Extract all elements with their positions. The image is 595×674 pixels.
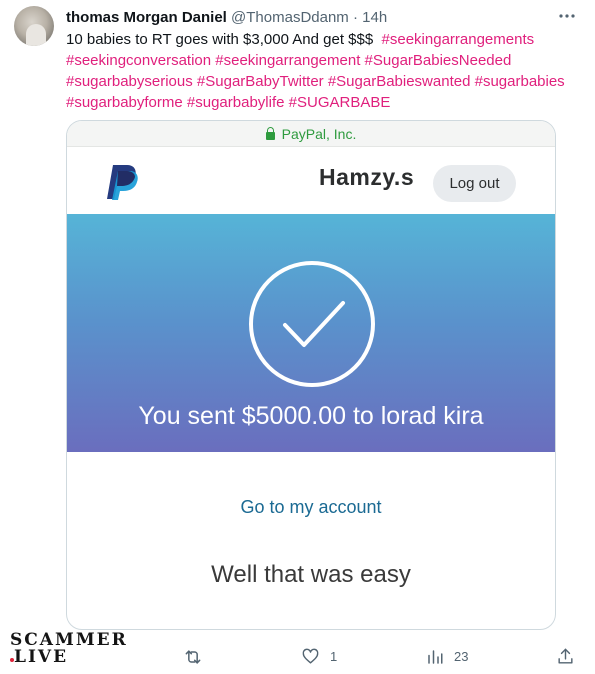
success-message: You sent $5000.00 to lorad kira <box>138 402 484 430</box>
hashtag[interactable]: #sugarbabyforme <box>66 94 183 111</box>
check-circle-icon <box>249 261 375 387</box>
hashtag[interactable]: #sugarbabies <box>475 73 565 90</box>
success-panel: You sent $5000.00 to lorad kira <box>67 214 555 452</box>
views-count: 23 <box>454 648 469 664</box>
tweet-text: 10 babies to RT goes with $3,000 And get… <box>66 29 586 113</box>
avatar[interactable] <box>14 6 54 46</box>
hashtag[interactable]: #sugarbabylife <box>187 94 285 111</box>
tweet-time[interactable]: 14h <box>362 9 387 26</box>
separator-dot: · <box>352 9 358 26</box>
lock-icon <box>265 127 275 140</box>
closing-text: Well that was easy <box>211 561 411 588</box>
views-button[interactable]: 23 <box>426 644 468 668</box>
logout-button[interactable]: Log out <box>433 165 516 202</box>
paypal-header: Hamzy.s Log out <box>67 147 555 214</box>
share-icon <box>558 648 573 664</box>
author-handle[interactable]: @ThomasDdanm <box>231 9 349 26</box>
url-bar: PayPal, Inc. <box>67 121 555 147</box>
paypal-logo <box>107 165 138 200</box>
tweet-header: thomas Morgan Daniel @ThomasDdanm · 14h <box>66 8 387 28</box>
hashtag[interactable]: #seekingarrangements <box>382 31 535 48</box>
tweet-actions: 1 23 <box>0 642 595 670</box>
hashtag[interactable]: #SUGARBABE <box>289 94 391 111</box>
url-label: PayPal, Inc. <box>281 126 357 142</box>
retweet-button[interactable] <box>183 644 203 668</box>
hashtag[interactable]: #SugarBabieswanted <box>328 73 471 90</box>
like-button[interactable]: 1 <box>301 644 337 668</box>
media-image[interactable]: PayPal, Inc. Hamzy.s Log out You sent $5… <box>66 120 556 630</box>
hashtag[interactable]: #seekingconversation <box>66 52 211 69</box>
hashtag[interactable]: #seekingarrangement <box>215 52 360 69</box>
like-count: 1 <box>330 648 338 664</box>
merchant-name: Hamzy.s <box>319 164 415 190</box>
share-button[interactable] <box>556 644 575 668</box>
views-icon <box>428 649 443 664</box>
like-icon <box>302 648 319 664</box>
go-to-account-link[interactable]: Go to my account <box>67 497 555 518</box>
tweet-body: 10 babies to RT goes with $3,000 And get… <box>66 31 374 48</box>
retweet-icon <box>185 649 201 664</box>
author-name[interactable]: thomas Morgan Daniel <box>66 9 227 26</box>
hashtag[interactable]: #sugarbabyserious <box>66 73 193 90</box>
tweet: thomas Morgan Daniel @ThomasDdanm · 14h … <box>0 0 595 674</box>
hashtag[interactable]: #SugarBabyTwitter <box>197 73 324 90</box>
more-options-icon[interactable] <box>555 6 579 26</box>
hashtag[interactable]: #SugarBabiesNeeded <box>365 52 512 69</box>
